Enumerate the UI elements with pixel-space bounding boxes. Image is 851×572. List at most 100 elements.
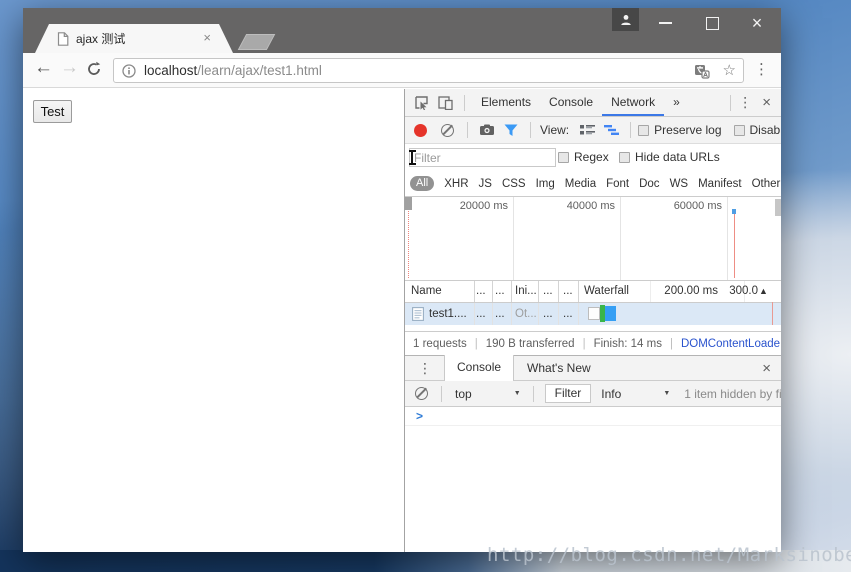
overview-gridline	[513, 197, 514, 280]
disable-cache-checkbox[interactable]	[734, 125, 745, 136]
hide-data-urls-checkbox[interactable]	[619, 152, 630, 163]
devtools-tabbar: Elements Console Network » ⋮ ×	[405, 89, 781, 117]
filter-input[interactable]	[409, 148, 556, 167]
minimize-button[interactable]	[648, 8, 682, 38]
site-info-icon[interactable]	[122, 64, 136, 78]
drawer-tab-whats-new[interactable]: What's New	[514, 361, 604, 375]
waterfall-tick-300: 300.0	[705, 281, 758, 302]
clear-console-icon[interactable]	[415, 387, 428, 400]
log-level-select[interactable]: Info ▼	[601, 387, 670, 401]
tab-console[interactable]: Console	[540, 89, 602, 116]
col-header-name[interactable]: Name	[411, 281, 442, 302]
capture-screenshots-icon[interactable]	[475, 118, 499, 142]
console-body[interactable]: >	[405, 407, 781, 552]
network-overview[interactable]: 20000 ms 40000 ms 60000 ms	[405, 197, 781, 281]
hide-data-urls-label: Hide data URLs	[635, 150, 720, 164]
requests-table: Name ... ... Ini... ... ... Waterfall 20…	[405, 281, 781, 331]
clear-icon[interactable]	[441, 124, 454, 137]
maximize-icon	[706, 17, 719, 30]
divider	[730, 95, 731, 111]
more-tabs-button[interactable]: »	[664, 89, 689, 116]
url-path: /learn/ajax/test1.html	[197, 63, 322, 78]
col-header-5[interactable]: ...	[563, 281, 573, 302]
large-rows-icon[interactable]	[575, 118, 599, 142]
cell-4: ...	[543, 303, 553, 325]
divider	[464, 95, 465, 111]
device-toolbar-icon[interactable]	[433, 91, 457, 115]
context-select-value: top	[455, 387, 472, 401]
filter-type-img[interactable]: Img	[536, 178, 555, 190]
cell-2: ...	[495, 303, 505, 325]
filter-type-font[interactable]: Font	[606, 178, 629, 190]
filter-funnel-icon[interactable]	[499, 118, 523, 142]
forward-button[interactable]: →	[60, 57, 79, 79]
drawer-menu-icon[interactable]: ⋮	[405, 360, 444, 377]
filter-type-manifest[interactable]: Manifest	[698, 178, 741, 190]
show-overview-icon[interactable]	[599, 118, 623, 142]
col-header-1[interactable]: ...	[476, 281, 486, 302]
inspect-element-icon[interactable]	[409, 91, 433, 115]
console-toolbar: top ▼ Filter Info ▼ 1 item hidden by fil…	[405, 381, 781, 407]
col-header-4[interactable]: ...	[543, 281, 553, 302]
profile-button[interactable]	[612, 8, 639, 31]
devtools-close-icon[interactable]: ×	[752, 94, 781, 111]
browser-content: Test	[23, 89, 781, 552]
col-header-waterfall[interactable]: Waterfall	[584, 281, 629, 302]
disable-cache-label: Disable cache	[750, 123, 781, 137]
tab-close-icon[interactable]: ×	[203, 31, 211, 45]
url-host: localhost	[144, 63, 197, 78]
maximize-button[interactable]	[695, 8, 729, 38]
overview-scrollbar-left[interactable]	[405, 197, 412, 210]
console-filter-box[interactable]: Filter	[545, 384, 592, 403]
filter-type-css[interactable]: CSS	[502, 178, 526, 190]
browser-menu-button[interactable]: ⋮	[754, 60, 769, 78]
translate-icon[interactable]	[694, 64, 710, 84]
filter-type-ws[interactable]: WS	[670, 178, 689, 190]
context-select[interactable]: top ▼	[455, 387, 521, 401]
filter-type-media[interactable]: Media	[565, 178, 596, 190]
cell-name: test1....	[429, 303, 467, 325]
filter-type-other[interactable]: Other	[752, 178, 781, 190]
filter-type-all[interactable]: All	[410, 176, 434, 191]
preserve-log-checkbox[interactable]	[638, 125, 649, 136]
tab-network[interactable]: Network	[602, 89, 664, 116]
overview-tick: 60000 ms	[652, 200, 722, 212]
filter-type-js[interactable]: JS	[479, 178, 492, 190]
overview-tick: 20000 ms	[438, 200, 508, 212]
console-prompt-icon: >	[416, 409, 423, 423]
new-tab-button[interactable]	[238, 34, 276, 50]
overview-gridline	[620, 197, 621, 280]
drawer-tabbar: ⋮ Console What's New ×	[405, 355, 781, 381]
waterfall-download-bar	[605, 306, 616, 321]
drawer-tab-console[interactable]: Console	[444, 355, 514, 381]
tab-elements[interactable]: Elements	[472, 89, 540, 116]
col-header-2[interactable]: ...	[495, 281, 505, 302]
refresh-button[interactable]	[86, 61, 102, 82]
overview-scrollbar-right[interactable]	[775, 199, 781, 216]
network-summary-bar: 1 requests | 190 B transferred | Finish:…	[405, 331, 781, 355]
document-icon	[412, 307, 424, 321]
desktop: ajax 测试 × × ← →	[0, 0, 851, 572]
regex-label: Regex	[574, 150, 609, 164]
request-row-test1[interactable]: test1.... ... ... Ot... ... ...	[405, 303, 781, 325]
devtools-panel: Elements Console Network » ⋮ ×	[404, 89, 781, 552]
url-text: localhost/learn/ajax/test1.html	[144, 63, 322, 78]
hidden-items-note: 1 item hidden by filter	[684, 387, 781, 401]
regex-checkbox[interactable]	[558, 152, 569, 163]
load-event-line	[772, 302, 773, 325]
record-button[interactable]	[414, 124, 427, 137]
bookmark-star-icon[interactable]: ☆	[723, 61, 736, 79]
back-button[interactable]: ←	[34, 57, 53, 79]
devtools-menu-icon[interactable]: ⋮	[738, 94, 752, 111]
col-header-initiator[interactable]: Ini...	[515, 281, 537, 302]
browser-window: ajax 测试 × × ← →	[23, 8, 781, 552]
test-button[interactable]: Test	[33, 100, 72, 123]
window-close-button[interactable]: ×	[740, 8, 774, 38]
address-bar[interactable]: localhost/learn/ajax/test1.html ☆	[113, 58, 744, 83]
console-prompt-row[interactable]: >	[405, 407, 781, 426]
filter-type-xhr[interactable]: XHR	[444, 178, 468, 190]
filter-type-doc[interactable]: Doc	[639, 178, 659, 190]
divider	[467, 122, 468, 138]
drawer-close-icon[interactable]: ×	[752, 360, 781, 377]
browser-tab[interactable]: ajax 测试 ×	[35, 24, 233, 53]
